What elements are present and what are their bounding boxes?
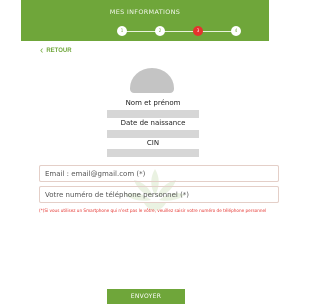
step-4: 4: [231, 26, 241, 36]
header-bar: MES INFORMATIONS 1 2 3 4: [21, 0, 269, 41]
cin-value-bar: [107, 149, 199, 157]
cin-label: CIN: [146, 139, 160, 147]
back-label: RETOUR: [46, 48, 72, 54]
phone-field[interactable]: Votre numéro de téléphone personnel (*): [39, 186, 279, 203]
chevron-left-icon: ‹: [40, 45, 44, 56]
page-title: MES INFORMATIONS: [109, 8, 181, 16]
stepper-line: [122, 31, 236, 32]
step-1: 1: [117, 26, 127, 36]
name-label: Nom et prénom: [125, 99, 181, 107]
back-link[interactable]: ‹ RETOUR: [40, 45, 72, 56]
birth-date-value-bar: [107, 130, 199, 138]
step-3-active: 3: [193, 26, 203, 36]
email-field[interactable]: Email : email@gmail.com (*): [39, 165, 279, 182]
phone-note: (*)Si vous utilisez un Smartphone qui n'…: [39, 208, 267, 213]
avatar: [130, 68, 174, 93]
submit-button[interactable]: ENVOYER: [107, 289, 185, 304]
step-2: 2: [155, 26, 165, 36]
birth-date-label: Date de naissance: [120, 119, 186, 127]
progress-stepper: 1 2 3 4: [117, 26, 241, 38]
name-value-bar: [107, 110, 199, 118]
